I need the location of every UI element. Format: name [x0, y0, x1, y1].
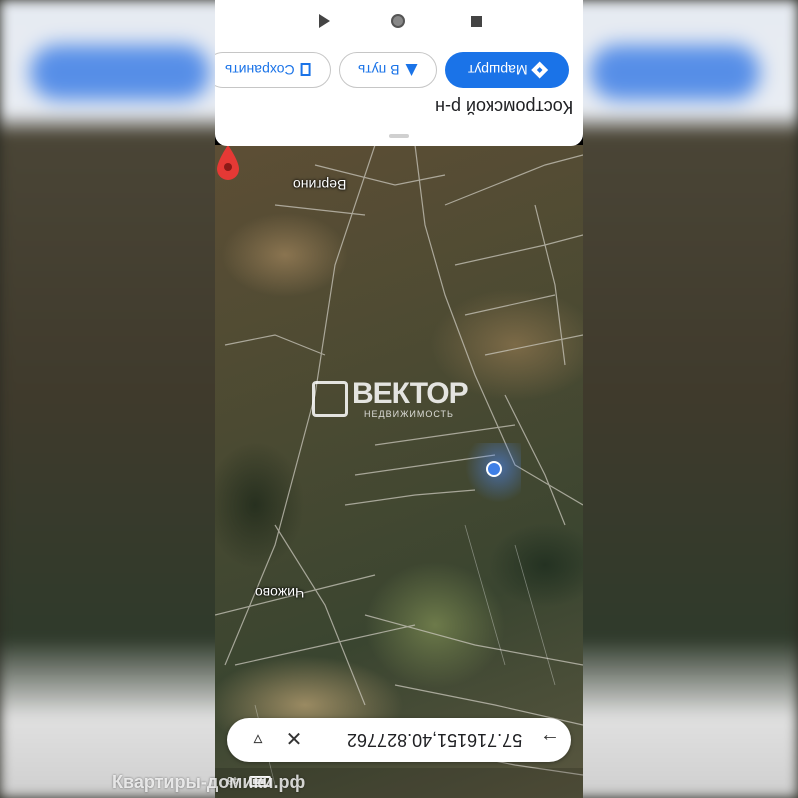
save-button[interactable]: Сохранить	[215, 52, 331, 88]
route-label: Маршрут	[468, 62, 528, 78]
vector-watermark: ВЕКТОР НЕДВИЖИМОСТЬ	[312, 377, 488, 421]
clear-icon[interactable]: ✕	[283, 729, 305, 751]
my-location-dot[interactable]	[486, 461, 502, 477]
start-label: В путь	[358, 62, 400, 78]
navigation-arrow-icon	[405, 64, 418, 76]
map-roads	[215, 145, 583, 786]
place-sheet: Маршрут В путь Сохранить Костромской р-н	[215, 0, 583, 146]
route-button[interactable]: Маршрут	[445, 52, 569, 88]
sheet-drag-handle[interactable]	[389, 134, 409, 138]
map-label-vergino: Вергино	[293, 177, 347, 193]
watermark-title: ВЕКТОР	[352, 377, 469, 410]
back-arrow-icon[interactable]: →	[539, 729, 561, 751]
directions-icon	[531, 61, 549, 79]
play-icon[interactable]	[315, 12, 333, 30]
search-query[interactable]: 57.716151,40.827762	[347, 729, 522, 750]
save-label: Сохранить	[225, 62, 295, 78]
watermark-subtitle: НЕДВИЖИМОСТЬ	[364, 409, 454, 419]
site-watermark: Квартиры-домики.рф	[112, 772, 306, 792]
place-title: Костромской р-н	[434, 97, 573, 117]
bookmark-icon	[300, 63, 311, 77]
watermark-logo-icon	[312, 381, 348, 417]
action-chips: Маршрут В путь Сохранить	[215, 52, 583, 90]
mic-icon[interactable]: ▿	[247, 729, 269, 751]
stop-square-icon[interactable]	[467, 12, 485, 30]
satellite-map[interactable]: Вергино Чижово ВЕКТОР НЕДВИЖИМОСТЬ	[215, 145, 583, 798]
map-label-chizhovo: Чижово	[255, 585, 305, 601]
home-circle-icon[interactable]	[389, 12, 407, 30]
system-nav-bar	[215, 0, 583, 44]
location-pin-icon[interactable]	[215, 145, 241, 181]
start-button[interactable]: В путь	[339, 52, 437, 88]
phone-screen: Вергино Чижово ВЕКТОР НЕДВИЖИМОСТЬ Маршр…	[215, 0, 583, 798]
search-bar[interactable]: ▿ ✕ 57.716151,40.827762 →	[227, 718, 571, 762]
